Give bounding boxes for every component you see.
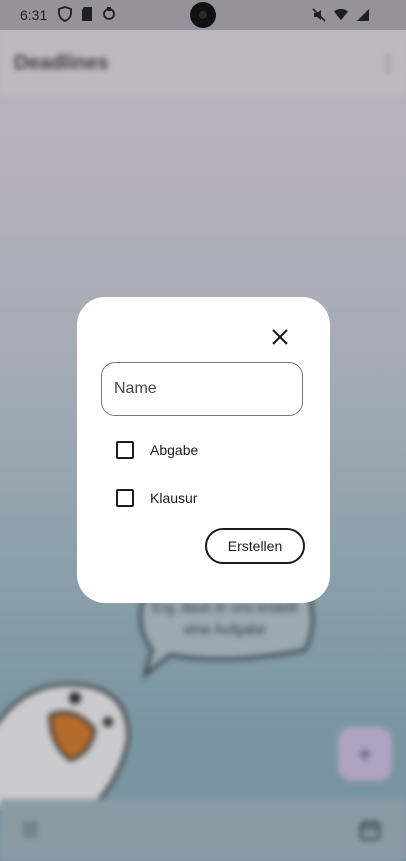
wifi-icon (334, 8, 348, 21)
status-bar: 6:31 (0, 0, 406, 30)
front-camera (190, 2, 216, 28)
status-time: 6:31 (20, 7, 48, 23)
mute-icon (312, 8, 326, 22)
close-icon (272, 329, 288, 345)
screen: Deadlines ⋮ Erg, lässt ör uns erstellt e… (0, 0, 406, 861)
name-input[interactable] (101, 362, 303, 416)
close-button[interactable] (266, 323, 294, 351)
sync-icon (103, 7, 115, 20)
checkbox-row-abgabe[interactable]: Abgabe (116, 440, 198, 460)
abgabe-checkbox[interactable] (116, 441, 134, 459)
klausur-checkbox[interactable] (116, 489, 134, 507)
create-button[interactable]: Erstellen (205, 528, 305, 564)
checkbox-row-klausur[interactable]: Klausur (116, 488, 197, 508)
shield-icon (58, 6, 72, 22)
signal-icon (357, 9, 369, 21)
klausur-label: Klausur (150, 490, 198, 506)
sd-card-icon (82, 7, 92, 21)
abgabe-label: Abgabe (150, 442, 199, 458)
